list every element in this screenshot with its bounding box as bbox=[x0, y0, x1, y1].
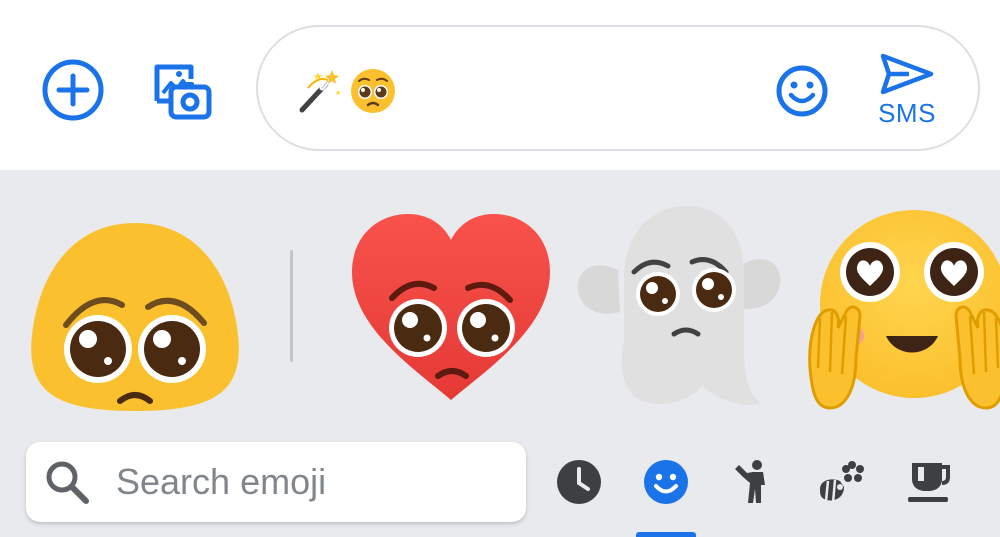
heart-eyes-hands-on-cheeks-sticker[interactable] bbox=[806, 208, 1000, 418]
smiley-icon bbox=[644, 460, 688, 504]
coffee-cup-icon bbox=[908, 463, 950, 502]
pleading-heart-sticker[interactable] bbox=[346, 210, 556, 406]
pleading-ghost-sticker[interactable] bbox=[574, 200, 784, 410]
plus-circle-icon bbox=[42, 59, 104, 121]
send-label: SMS bbox=[878, 97, 936, 128]
message-compose-field[interactable]: SMS bbox=[256, 25, 980, 151]
pleading-face-emoji bbox=[351, 69, 395, 113]
send-arrow-icon bbox=[880, 53, 934, 94]
pleading-face-sticker[interactable] bbox=[26, 215, 244, 425]
emoji-picker-button[interactable] bbox=[772, 61, 832, 121]
tab-food[interactable] bbox=[904, 457, 954, 507]
smiley-face-icon bbox=[776, 65, 828, 117]
clock-icon bbox=[557, 460, 601, 504]
compose-toolbar: SMS bbox=[0, 0, 1000, 170]
selected-tab-indicator bbox=[636, 532, 696, 537]
tab-recent[interactable] bbox=[554, 457, 604, 507]
flower-bee-icon bbox=[820, 461, 864, 504]
message-text[interactable] bbox=[294, 63, 398, 119]
tab-smileys[interactable] bbox=[641, 457, 691, 507]
sticker-divider bbox=[290, 250, 293, 362]
person-icon bbox=[735, 460, 765, 503]
gallery-camera-icon bbox=[154, 64, 212, 120]
search-input[interactable] bbox=[116, 461, 506, 503]
search-icon bbox=[42, 457, 92, 507]
gallery-camera-button[interactable] bbox=[144, 55, 216, 125]
send-sms-button[interactable]: SMS bbox=[862, 47, 952, 133]
magic-wand-emoji bbox=[299, 70, 341, 113]
emoji-kitchen-panel bbox=[0, 170, 1000, 537]
emoji-search-box[interactable] bbox=[26, 442, 526, 522]
tab-nature[interactable] bbox=[815, 457, 865, 507]
add-attachment-button[interactable] bbox=[38, 55, 108, 125]
tab-people[interactable] bbox=[727, 457, 777, 507]
